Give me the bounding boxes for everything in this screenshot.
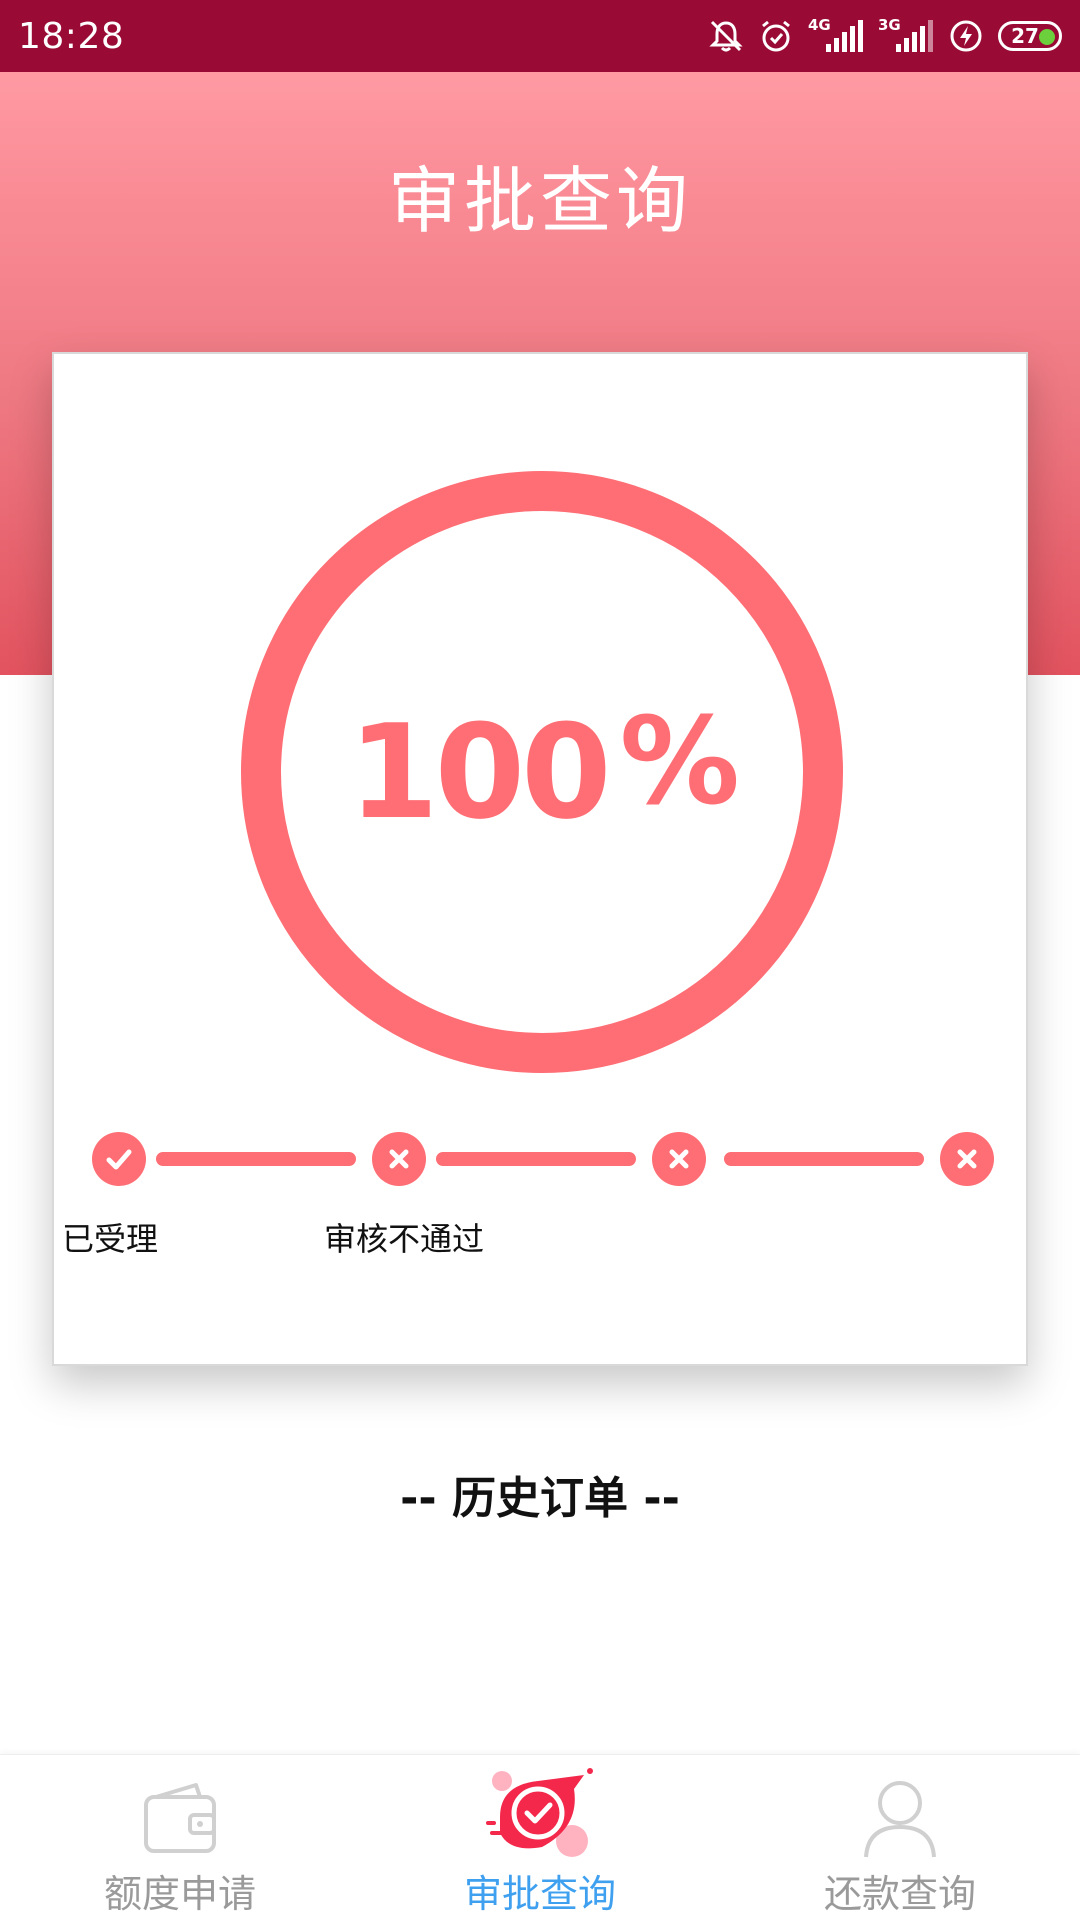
step-connector [724,1152,924,1166]
step-connector [436,1152,636,1166]
step-label-accepted: 已受理 [62,1220,159,1258]
screen: 18:28 4G 3G 27 审批查询 100 % 已受理 审核不通过 -- 历… [0,0,1080,1920]
nav-label-credit-apply: 额度申请 [103,1872,256,1916]
step-cross-icon [372,1132,426,1186]
approval-check-icon [480,1767,600,1867]
alarm-icon [758,18,794,54]
step-cross-icon [940,1132,994,1186]
step-connector [156,1152,356,1166]
nav-item-approval-query[interactable]: 审批查询 [360,1755,720,1920]
percent-sign: % [619,692,740,832]
step-label-review-failed: 审核不通过 [324,1220,485,1258]
signal-4g-icon: 4G [808,16,864,54]
network-3g-label: 3G [878,16,901,34]
nav-item-repayment-query[interactable]: 还款查询 [720,1755,1080,1920]
signal-3g-icon: 3G [878,16,934,54]
nav-label-repayment-query: 还款查询 [823,1872,976,1916]
nav-label-approval-query: 审批查询 [463,1872,616,1916]
page-title: 审批查询 [387,159,692,243]
network-4g-label: 4G [808,16,831,34]
progress-percent: 100% [241,471,843,1073]
wallet-icon [138,1775,222,1863]
step-cross-icon [652,1132,706,1186]
progress-value: 100 [348,696,611,848]
step-check-icon [92,1132,146,1186]
history-orders-title: -- 历史订单 -- [400,1473,680,1524]
approval-steps: 已受理 审核不通过 [54,1132,1026,1272]
mute-icon [708,18,744,54]
battery-icon: 27 [998,21,1062,51]
status-bar: 18:28 4G 3G 27 [0,0,1080,72]
status-icons: 4G 3G 27 [708,16,1062,54]
status-time: 18:28 [18,15,125,57]
user-icon [858,1775,942,1863]
battery-level: 27 [1011,24,1039,48]
approval-progress-card: 100% 已受理 审核不通过 [52,352,1028,1366]
charging-icon [948,18,984,54]
nav-item-credit-apply[interactable]: 额度申请 [0,1755,360,1920]
bottom-nav: 额度申请 审批查询 还款查询 [0,1754,1080,1920]
